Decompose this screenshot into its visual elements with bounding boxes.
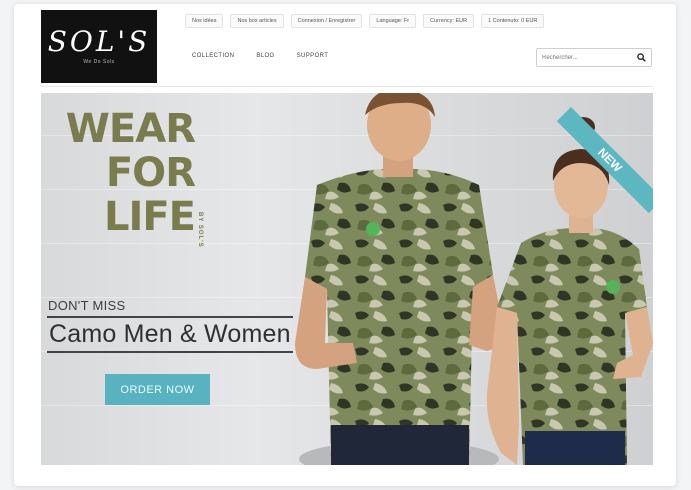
brand-logo[interactable]: SOL'S We Do Sols — [41, 10, 157, 83]
toplink-ideas[interactable]: Nos idées — [185, 14, 224, 28]
hero-banner[interactable]: WEAR FOR LIFE BY SOL'S DON'T MISS Camo M… — [41, 93, 653, 465]
toplink-login[interactable]: Connexion / Enregistrer — [290, 14, 363, 28]
headline-line-3: LIFE — [103, 194, 196, 240]
mens-jeans — [331, 425, 469, 465]
hero-headline: WEAR FOR LIFE — [55, 106, 196, 240]
search-input[interactable] — [542, 54, 622, 61]
top-links-bar: Nos idées Nos box articles Connexion / E… — [185, 12, 655, 30]
toplink-language[interactable]: Language: Fr — [369, 14, 417, 28]
womens-logo-badge — [606, 280, 620, 294]
headline-line-1: WEAR — [65, 106, 196, 152]
logo-tagline: We Do Sols — [83, 59, 115, 65]
toplink-currency[interactable]: Currency: EUR — [423, 14, 475, 28]
nav-item-collection[interactable]: COLLECTION — [192, 53, 234, 59]
main-nav: COLLECTION BLOG SUPPORT — [192, 53, 328, 59]
footer-strip — [41, 467, 653, 477]
toplink-articles[interactable]: Nos box articles — [230, 14, 284, 28]
womens-tshirt — [497, 228, 647, 465]
logo-text: SOL'S — [47, 25, 151, 58]
order-now-button[interactable]: ORDER NOW — [105, 374, 210, 405]
womens-jeans — [525, 431, 625, 465]
mens-tshirt — [305, 168, 493, 465]
mens-logo-badge — [366, 222, 380, 236]
header-divider — [41, 86, 653, 87]
toplink-cart[interactable]: 1 Contenuto: 0 EUR — [481, 14, 545, 28]
search-icon[interactable] — [635, 52, 647, 64]
search-box — [536, 48, 652, 67]
headline-line-2: FOR — [105, 150, 196, 196]
dont-miss-label: DON'T MISS — [48, 298, 126, 313]
nav-item-support[interactable]: SUPPORT — [297, 53, 329, 59]
headline-vertical-tag: BY SOL'S — [197, 212, 203, 248]
nav-item-blog[interactable]: BLOG — [256, 53, 274, 59]
